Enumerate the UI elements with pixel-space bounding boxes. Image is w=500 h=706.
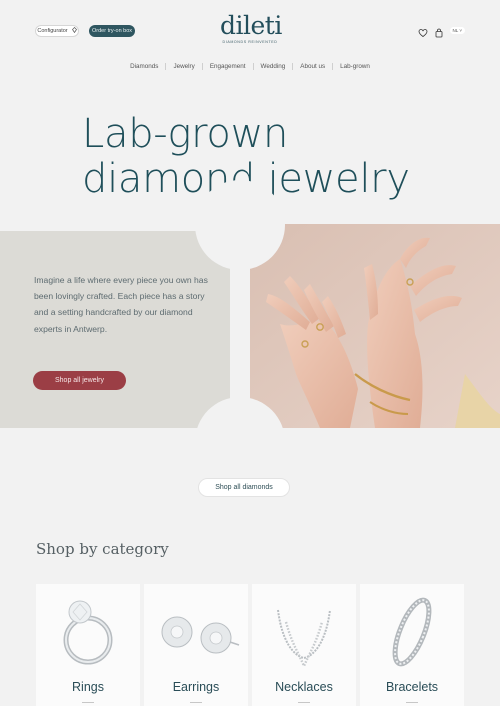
logo[interactable]: dileti DIAMONDS REINVENTED xyxy=(220,11,282,45)
nav-item-jewelry[interactable]: Jewelry xyxy=(165,63,201,70)
shop-all-diamonds-button[interactable]: Shop all diamonds xyxy=(198,478,290,497)
nav-item-engagement[interactable]: Engagement xyxy=(201,63,253,70)
shop-all-jewelry-button[interactable]: Shop all jewelry xyxy=(33,371,126,390)
ring-image xyxy=(36,592,140,672)
category-label-rings: Rings xyxy=(72,680,104,694)
category-label-necklaces: Necklaces xyxy=(275,680,333,694)
logo-wordmark: dileti xyxy=(220,11,282,40)
necklace-image xyxy=(252,592,356,672)
category-card-necklaces[interactable]: Necklaces xyxy=(252,584,356,706)
bracelet-image xyxy=(360,592,464,672)
configurator-button[interactable]: Configurator xyxy=(35,25,79,37)
nav-item-diamonds[interactable]: Diamonds xyxy=(123,63,165,70)
category-card-bracelets[interactable]: Bracelets xyxy=(360,584,464,706)
nav-item-lab-grown[interactable]: Lab-grown xyxy=(332,63,377,70)
category-cards: Rings Earrings Necklaces Bracelets xyxy=(36,584,464,706)
nav-item-wedding[interactable]: Wedding xyxy=(252,63,293,70)
hero-top-arch xyxy=(195,180,285,270)
main-nav: Diamonds Jewelry Engagement Wedding Abou… xyxy=(0,63,500,70)
category-card-earrings[interactable]: Earrings xyxy=(144,584,248,706)
earrings-image xyxy=(144,592,248,672)
hero-title-line-1: Lab-grown xyxy=(82,111,289,157)
card-underline xyxy=(190,702,202,703)
hero-bottom-arch xyxy=(195,397,285,487)
hero-description: Imagine a life where every piece you own… xyxy=(34,275,208,334)
nav-item-about-us[interactable]: About us xyxy=(292,63,332,70)
category-card-rings[interactable]: Rings xyxy=(36,584,140,706)
heart-icon[interactable] xyxy=(418,25,428,37)
category-label-bracelets: Bracelets xyxy=(385,680,439,694)
category-section-title: Shop by category xyxy=(36,540,169,558)
hero-hands-photo xyxy=(250,224,500,428)
configurator-label: Configurator xyxy=(37,28,68,34)
logo-tagline: DIAMONDS REINVENTED xyxy=(222,40,278,44)
language-selector[interactable]: NL ˅ xyxy=(449,26,465,34)
bag-icon[interactable] xyxy=(434,25,444,38)
category-label-earrings: Earrings xyxy=(172,680,220,694)
card-underline xyxy=(82,702,94,703)
diamond-icon xyxy=(71,27,77,35)
card-underline xyxy=(298,702,310,703)
header-actions: NL ˅ xyxy=(418,25,465,38)
card-underline xyxy=(406,702,418,703)
try-on-box-button[interactable]: Order try-on box xyxy=(89,25,135,37)
